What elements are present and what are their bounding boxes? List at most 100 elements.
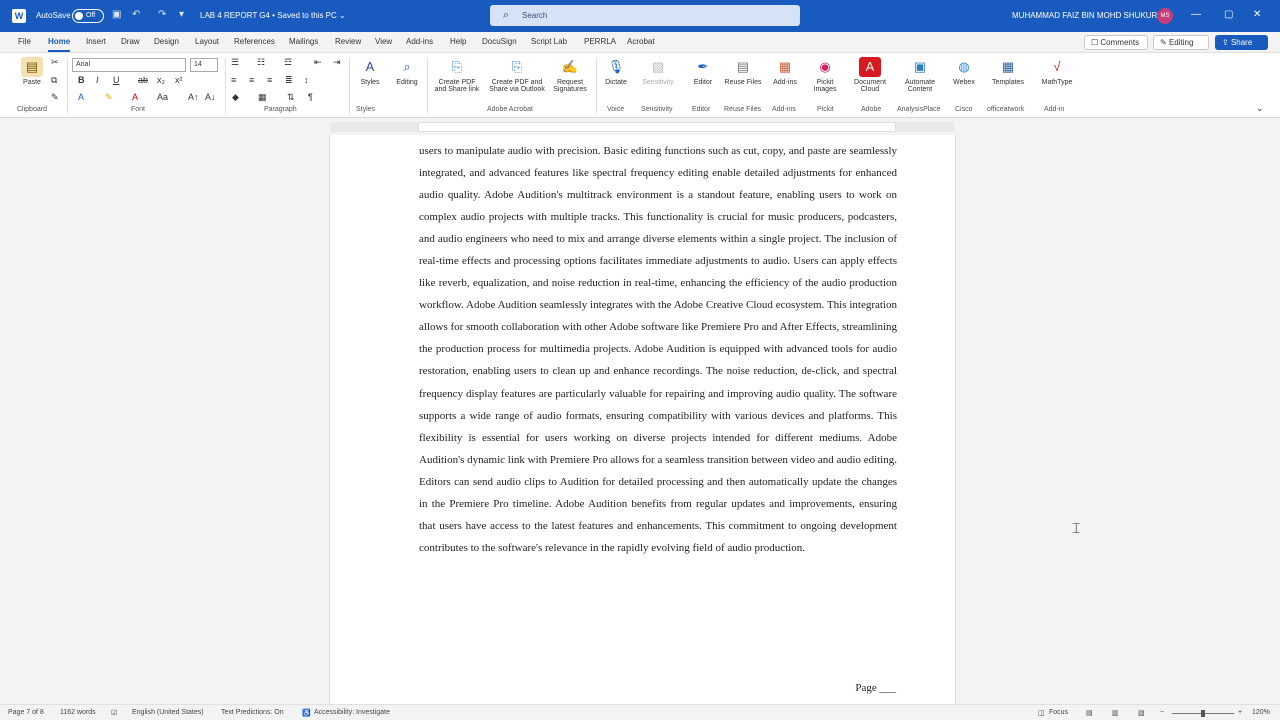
tab-draw[interactable]: Draw [121, 37, 140, 46]
accessibility-icon[interactable]: ♿ [302, 709, 311, 717]
page-count[interactable]: Page 7 of 8 [8, 709, 44, 716]
dictate-button[interactable]: 🎙 Dictate [596, 57, 636, 86]
language-label[interactable]: English (United States) [132, 709, 204, 716]
tab-references[interactable]: References [234, 37, 275, 46]
tab-acrobat[interactable]: Acrobat [627, 37, 655, 46]
strikethrough-icon[interactable]: ab [138, 75, 148, 85]
zoom-level[interactable]: 120% [1252, 709, 1270, 716]
font-name-input[interactable]: Arial [72, 58, 186, 72]
tab-home[interactable]: Home [48, 37, 71, 52]
shrink-font-icon[interactable]: A↓ [205, 92, 216, 102]
borders-icon[interactable]: ▦ [258, 92, 267, 103]
document-page[interactable]: users to manipulate audio with precision… [329, 135, 956, 705]
editor-button[interactable]: ✒ Editor [683, 57, 723, 86]
tab-layout[interactable]: Layout [195, 37, 219, 46]
zoom-in-icon[interactable]: + [1238, 709, 1242, 716]
bold-icon[interactable]: B [78, 75, 85, 85]
accessibility-status[interactable]: Accessibility: Investigate [314, 709, 390, 716]
minimize-icon[interactable]: — [1191, 9, 1201, 20]
tab-add-ins[interactable]: Add-ins [406, 37, 433, 46]
create-pdf-outlook-button[interactable]: ⎘ Create PDF and Share via Outlook [487, 57, 547, 93]
read-mode-icon[interactable]: ▤ [1086, 709, 1093, 717]
avatar[interactable]: MS [1157, 8, 1173, 24]
superscript-icon[interactable]: x² [175, 75, 183, 85]
text-effects-icon[interactable]: A [78, 92, 84, 102]
tab-review[interactable]: Review [335, 37, 361, 46]
autosave-toggle[interactable]: Off [72, 9, 104, 23]
align-left-icon[interactable]: ≡ [231, 75, 236, 85]
comments-button[interactable]: ☐ Comments [1084, 35, 1148, 50]
add-ins-button[interactable]: ▦ Add-ins [765, 57, 805, 86]
request-signatures-button[interactable]: ✍ Request Signatures [550, 57, 590, 93]
editing-mode-button[interactable]: ✎ Editing [1153, 35, 1209, 50]
font-size-input[interactable]: 14 [190, 58, 218, 72]
zoom-slider[interactable] [1172, 710, 1234, 717]
close-icon[interactable]: ✕ [1253, 9, 1261, 20]
document-cloud-button[interactable]: A Document Cloud [850, 57, 890, 93]
underline-icon[interactable]: U [113, 75, 120, 85]
collapse-ribbon-icon[interactable]: ⌄ [1256, 103, 1264, 114]
print-layout-icon[interactable]: ▥ [1112, 709, 1119, 717]
search-input[interactable]: ⌕ Search [490, 5, 800, 26]
decrease-indent-icon[interactable]: ⇤ [314, 57, 322, 68]
document-canvas[interactable]: users to manipulate audio with precision… [0, 135, 1280, 705]
format-painter-icon[interactable]: ✎ [51, 92, 59, 103]
focus-label[interactable]: Focus [1049, 709, 1068, 716]
tab-perrla[interactable]: PERRLA [584, 37, 616, 46]
highlight-icon[interactable]: ✎ [105, 92, 113, 103]
zoom-out-icon[interactable]: − [1160, 709, 1164, 716]
tab-design[interactable]: Design [154, 37, 179, 46]
word-icon[interactable]: W [12, 9, 26, 23]
sort-icon[interactable]: ⇅ [287, 92, 295, 103]
webex-button[interactable]: ◍ Webex [944, 57, 984, 86]
tab-docusign[interactable]: DocuSign [482, 37, 517, 46]
word-count[interactable]: 1162 words [60, 709, 96, 716]
restore-icon[interactable]: ▢ [1224, 9, 1233, 20]
customize-icon[interactable]: ▾ [179, 9, 184, 20]
web-layout-icon[interactable]: ▧ [1138, 709, 1145, 717]
italic-icon[interactable]: I [96, 75, 99, 85]
shading-icon[interactable]: ◆ [232, 92, 239, 103]
tab-file[interactable]: File [18, 37, 31, 46]
focus-icon[interactable]: ◫ [1038, 709, 1045, 717]
text-predictions[interactable]: Text Predictions: On [221, 709, 284, 716]
automate-content-button[interactable]: ▣ Automate Content [900, 57, 940, 93]
share-button[interactable]: ⇪ Share [1215, 35, 1268, 50]
align-center-icon[interactable]: ≡ [249, 75, 254, 85]
bullets-icon[interactable]: ☰ [231, 57, 239, 68]
tab-script-lab[interactable]: Script Lab [531, 37, 567, 46]
templates-button[interactable]: ▦ Templates [988, 57, 1028, 86]
styles-button[interactable]: A Styles [350, 57, 390, 86]
editing-button[interactable]: ⌕ Editing [387, 57, 427, 86]
proofing-icon[interactable]: ☑ [111, 709, 117, 717]
save-icon[interactable]: ▣ [112, 9, 121, 20]
create-pdf-share-link-button[interactable]: ⎘ Create PDF and Share link [432, 57, 482, 93]
change-case-icon[interactable]: Aa [157, 92, 168, 102]
paste-button[interactable]: ▤ Paste [12, 57, 52, 86]
body-paragraph[interactable]: users to manipulate audio with precision… [419, 140, 897, 559]
tab-help[interactable]: Help [450, 37, 466, 46]
mathtype-button[interactable]: √ MathType [1037, 57, 1077, 86]
redo-icon[interactable]: ↷ [158, 9, 166, 20]
user-name[interactable]: MUHAMMAD FAIZ BIN MOHD SHUKUR [1012, 11, 1157, 20]
cut-icon[interactable]: ✂ [51, 57, 59, 68]
numbering-icon[interactable]: ☷ [257, 57, 265, 68]
tab-mailings[interactable]: Mailings [289, 37, 318, 46]
tab-insert[interactable]: Insert [86, 37, 106, 46]
undo-icon[interactable]: ↶ [132, 9, 140, 20]
horizontal-ruler[interactable] [0, 118, 1280, 135]
subscript-icon[interactable]: x₂ [157, 75, 165, 85]
copy-icon[interactable]: ⧉ [51, 75, 57, 86]
show-marks-icon[interactable]: ¶ [308, 92, 313, 102]
multilevel-list-icon[interactable]: ☲ [284, 57, 292, 68]
pickit-images-button[interactable]: ◉ Pickit Images [805, 57, 845, 93]
grow-font-icon[interactable]: A↑ [188, 92, 199, 102]
reuse-files-button[interactable]: ▤ Reuse Files [723, 57, 763, 86]
line-spacing-icon[interactable]: ↕ [304, 75, 309, 85]
document-title[interactable]: LAB 4 REPORT G4 • Saved to this PC ⌄ [200, 11, 346, 20]
align-right-icon[interactable]: ≡ [267, 75, 272, 85]
tab-view[interactable]: View [375, 37, 392, 46]
justify-icon[interactable]: ≣ [285, 75, 293, 86]
font-color-icon[interactable]: A [132, 92, 138, 102]
increase-indent-icon[interactable]: ⇥ [333, 57, 341, 68]
